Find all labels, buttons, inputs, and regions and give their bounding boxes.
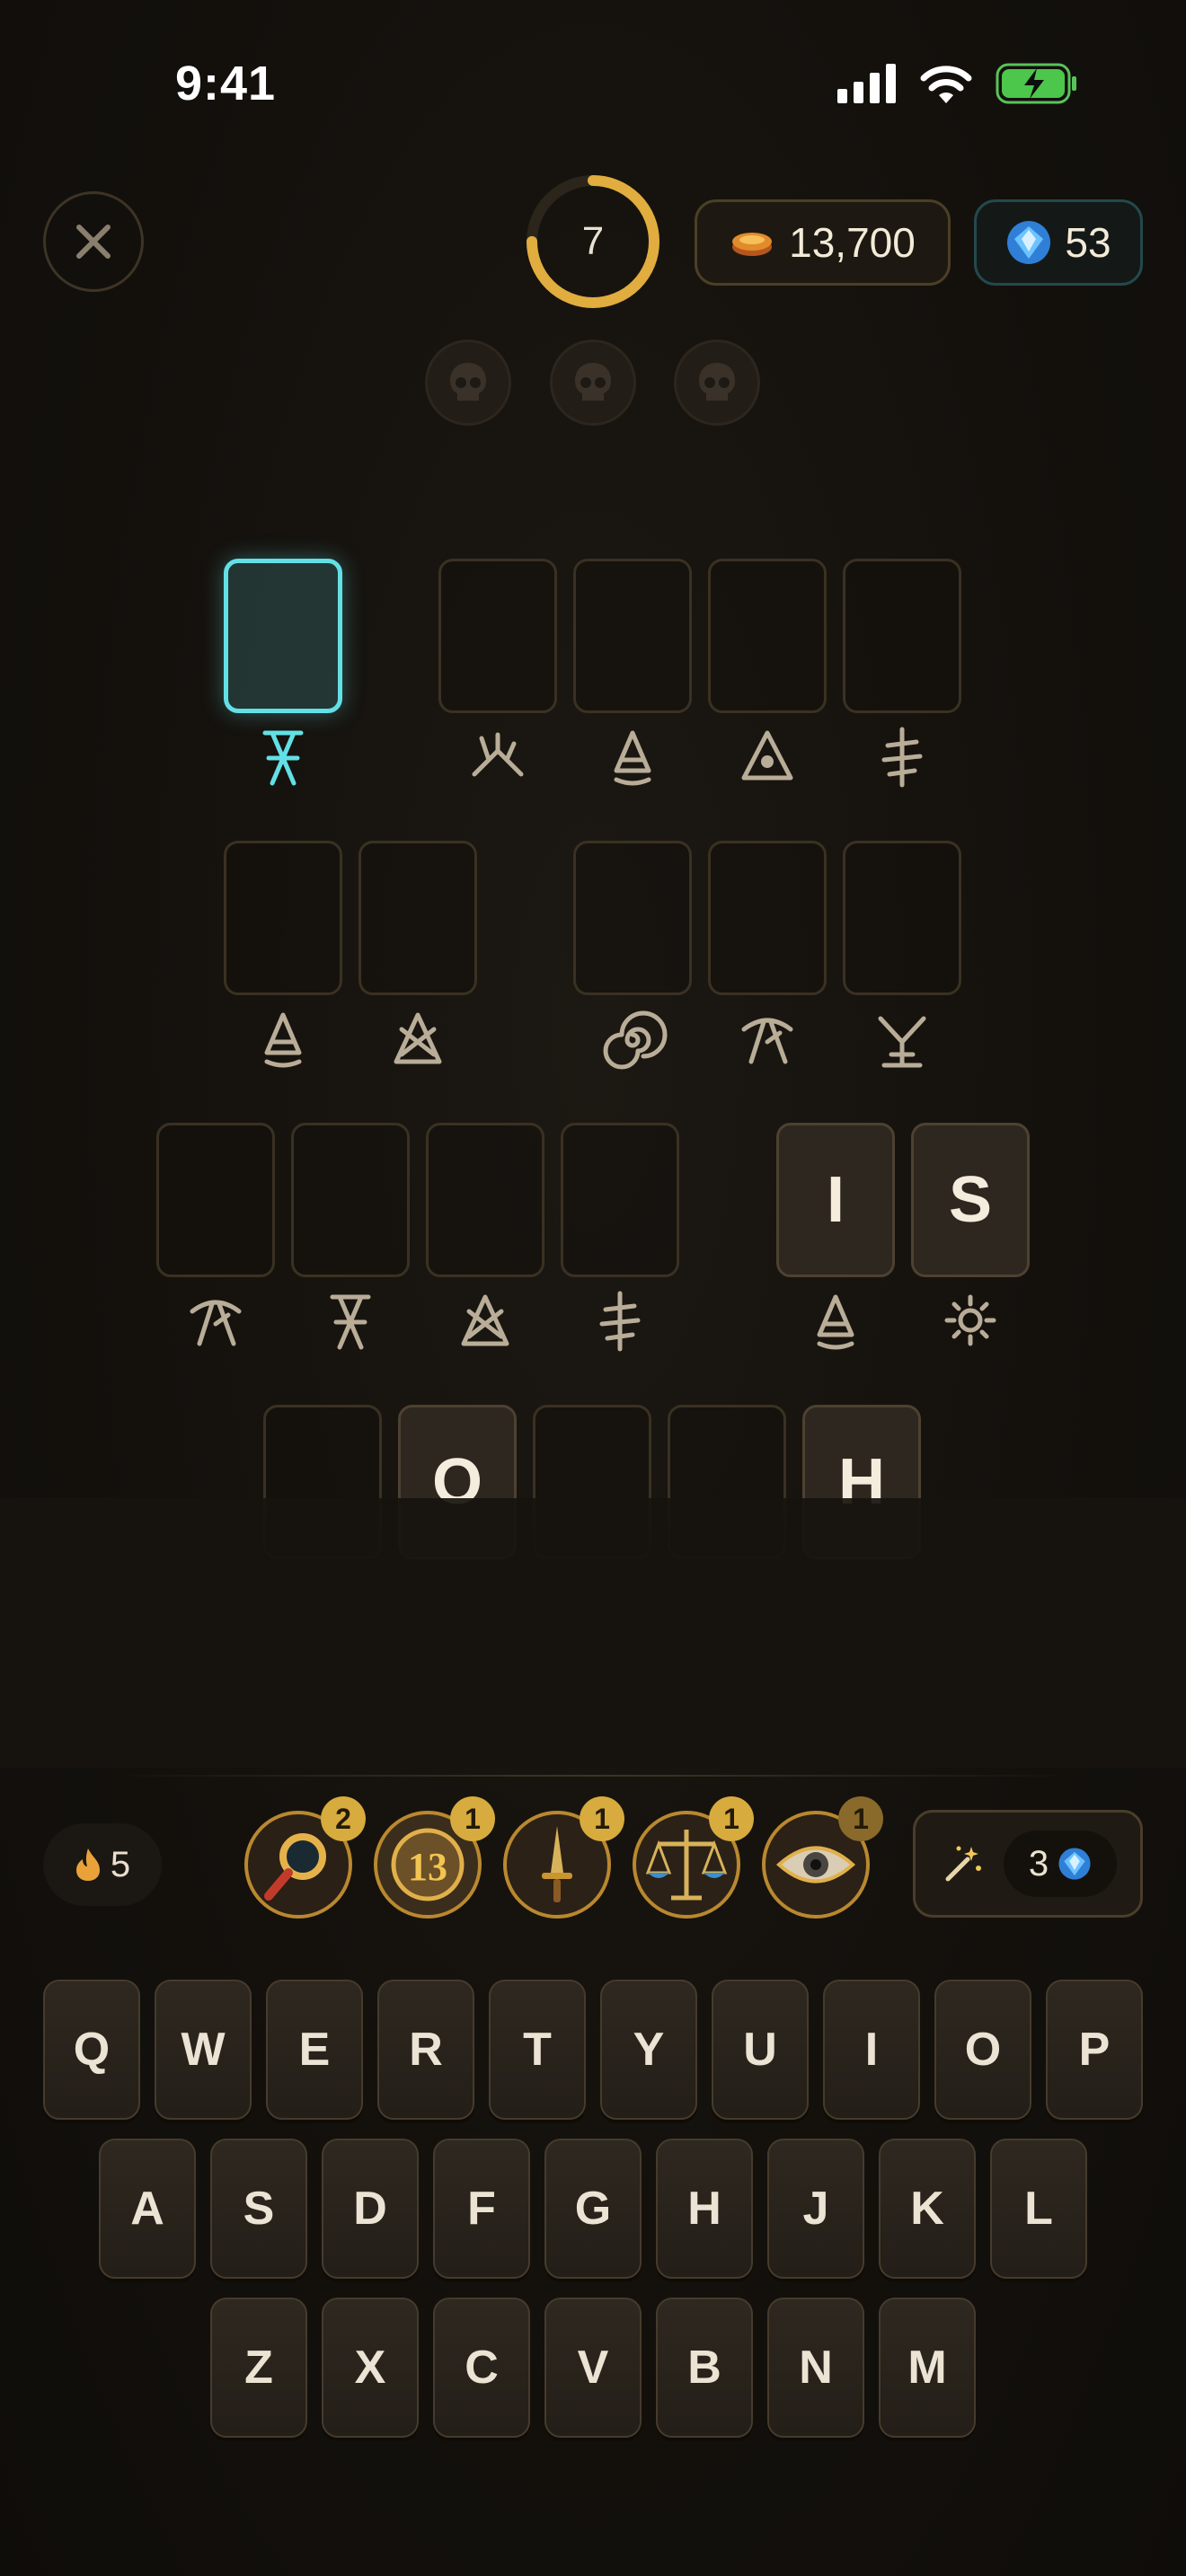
key-n[interactable]: N bbox=[767, 2298, 864, 2438]
letter-tile[interactable] bbox=[438, 559, 557, 713]
rune-f-glyph-icon bbox=[382, 1002, 454, 1074]
key-o[interactable]: O bbox=[934, 1980, 1031, 2120]
key-c[interactable]: C bbox=[433, 2298, 530, 2438]
rune-h-glyph-icon bbox=[180, 1284, 252, 1356]
timer-value: 7 bbox=[581, 219, 605, 263]
key-w[interactable]: W bbox=[155, 1980, 252, 2120]
letter-tile[interactable] bbox=[224, 841, 342, 995]
key-j[interactable]: J bbox=[767, 2139, 864, 2279]
key-s[interactable]: S bbox=[210, 2139, 307, 2279]
board-fade-overlay bbox=[0, 1498, 1186, 1768]
gem-icon bbox=[1058, 1848, 1091, 1880]
powerup-count-badge: 1 bbox=[450, 1796, 495, 1841]
rune-i-glyph-icon bbox=[866, 1002, 938, 1074]
penalty-skull-3 bbox=[674, 340, 760, 426]
letter-tile[interactable] bbox=[358, 841, 477, 995]
key-e[interactable]: E bbox=[266, 1980, 363, 2120]
magic-hint-button[interactable]: 3 bbox=[913, 1810, 1143, 1918]
rune-a-glyph-icon bbox=[314, 1284, 386, 1356]
letter-tile[interactable] bbox=[573, 841, 692, 995]
key-a[interactable]: A bbox=[99, 2139, 196, 2279]
battery-charging-icon bbox=[996, 63, 1076, 104]
rune-h-glyph-icon bbox=[731, 1002, 803, 1074]
flame-icon bbox=[75, 1848, 100, 1881]
key-k[interactable]: K bbox=[879, 2139, 976, 2279]
key-g[interactable]: G bbox=[544, 2139, 642, 2279]
gem-icon bbox=[1007, 221, 1051, 264]
key-m[interactable]: M bbox=[879, 2298, 976, 2438]
letter-tile[interactable]: I bbox=[776, 1123, 895, 1277]
streak-counter: 5 bbox=[43, 1823, 162, 1906]
letter-tile[interactable] bbox=[708, 559, 827, 713]
letter-tile[interactable] bbox=[224, 559, 342, 713]
coin-count: 13,700 bbox=[789, 219, 916, 266]
letter-tile[interactable] bbox=[426, 1123, 544, 1277]
key-t[interactable]: T bbox=[489, 1980, 586, 2120]
rune-c-glyph-icon bbox=[800, 1284, 872, 1356]
hint-cost: 3 bbox=[1028, 1843, 1049, 1883]
coin-stack-icon bbox=[732, 233, 773, 256]
coin-balance[interactable]: 13,700 bbox=[695, 199, 951, 286]
penalty-skull-1 bbox=[425, 340, 511, 426]
rune-f-glyph-icon bbox=[449, 1284, 521, 1356]
powerup-count-badge: 1 bbox=[709, 1796, 754, 1841]
key-h[interactable]: H bbox=[656, 2139, 753, 2279]
key-y[interactable]: Y bbox=[600, 1980, 697, 2120]
rune-c-glyph-icon bbox=[597, 720, 668, 792]
key-i[interactable]: I bbox=[823, 1980, 920, 2120]
key-l[interactable]: L bbox=[990, 2139, 1087, 2279]
letter-tile[interactable] bbox=[843, 559, 961, 713]
rune-e-glyph-icon bbox=[866, 720, 938, 792]
key-d[interactable]: D bbox=[322, 2139, 419, 2279]
letter-tile[interactable] bbox=[573, 559, 692, 713]
magic-wand-icon bbox=[945, 1846, 981, 1882]
rune-e-glyph-icon bbox=[584, 1284, 656, 1356]
rune-j-glyph-icon bbox=[934, 1284, 1006, 1356]
key-u[interactable]: U bbox=[712, 1980, 809, 2120]
letter-tile[interactable] bbox=[291, 1123, 410, 1277]
gem-count: 53 bbox=[1065, 219, 1111, 266]
svg-text:13: 13 bbox=[408, 1845, 447, 1889]
gem-balance[interactable]: 53 bbox=[974, 199, 1143, 286]
powerup-divider bbox=[108, 1775, 1078, 1777]
letter-tile[interactable] bbox=[561, 1123, 679, 1277]
penalty-skull-2 bbox=[550, 340, 636, 426]
wifi-icon bbox=[920, 66, 972, 103]
skull-icon bbox=[699, 363, 735, 401]
rune-c-glyph-icon bbox=[247, 1002, 319, 1074]
powerup-count-badge: 1 bbox=[838, 1796, 883, 1841]
key-v[interactable]: V bbox=[544, 2298, 642, 2438]
status-icons bbox=[837, 63, 1078, 104]
streak-value: 5 bbox=[110, 1844, 131, 1884]
rune-g-glyph-icon bbox=[597, 1002, 668, 1074]
letter-tile[interactable]: S bbox=[911, 1123, 1030, 1277]
letter-tile[interactable] bbox=[708, 841, 827, 995]
close-button[interactable] bbox=[43, 191, 144, 292]
powerup-count-badge: 2 bbox=[321, 1796, 366, 1841]
skull-icon bbox=[450, 363, 486, 401]
key-z[interactable]: Z bbox=[210, 2298, 307, 2438]
close-icon bbox=[76, 225, 111, 259]
letter-tile[interactable] bbox=[843, 841, 961, 995]
cellular-signal-icon bbox=[837, 64, 896, 103]
powerup-count-badge: 1 bbox=[580, 1796, 624, 1841]
key-p[interactable]: P bbox=[1046, 1980, 1143, 2120]
key-b[interactable]: B bbox=[656, 2298, 753, 2438]
tile-letter: I bbox=[826, 1164, 845, 1236]
tile-letter: S bbox=[948, 1164, 993, 1236]
key-q[interactable]: Q bbox=[43, 1980, 140, 2120]
key-x[interactable]: X bbox=[322, 2298, 419, 2438]
rune-a-glyph-icon bbox=[247, 720, 319, 792]
rune-d-glyph-icon bbox=[731, 720, 803, 792]
hint-cost-pill: 3 bbox=[1004, 1831, 1117, 1897]
rune-b-glyph-icon bbox=[462, 720, 534, 792]
letter-tile[interactable] bbox=[156, 1123, 275, 1277]
key-f[interactable]: F bbox=[433, 2139, 530, 2279]
key-r[interactable]: R bbox=[377, 1980, 474, 2120]
status-time: 9:41 bbox=[175, 57, 277, 110]
skull-icon bbox=[575, 363, 611, 401]
